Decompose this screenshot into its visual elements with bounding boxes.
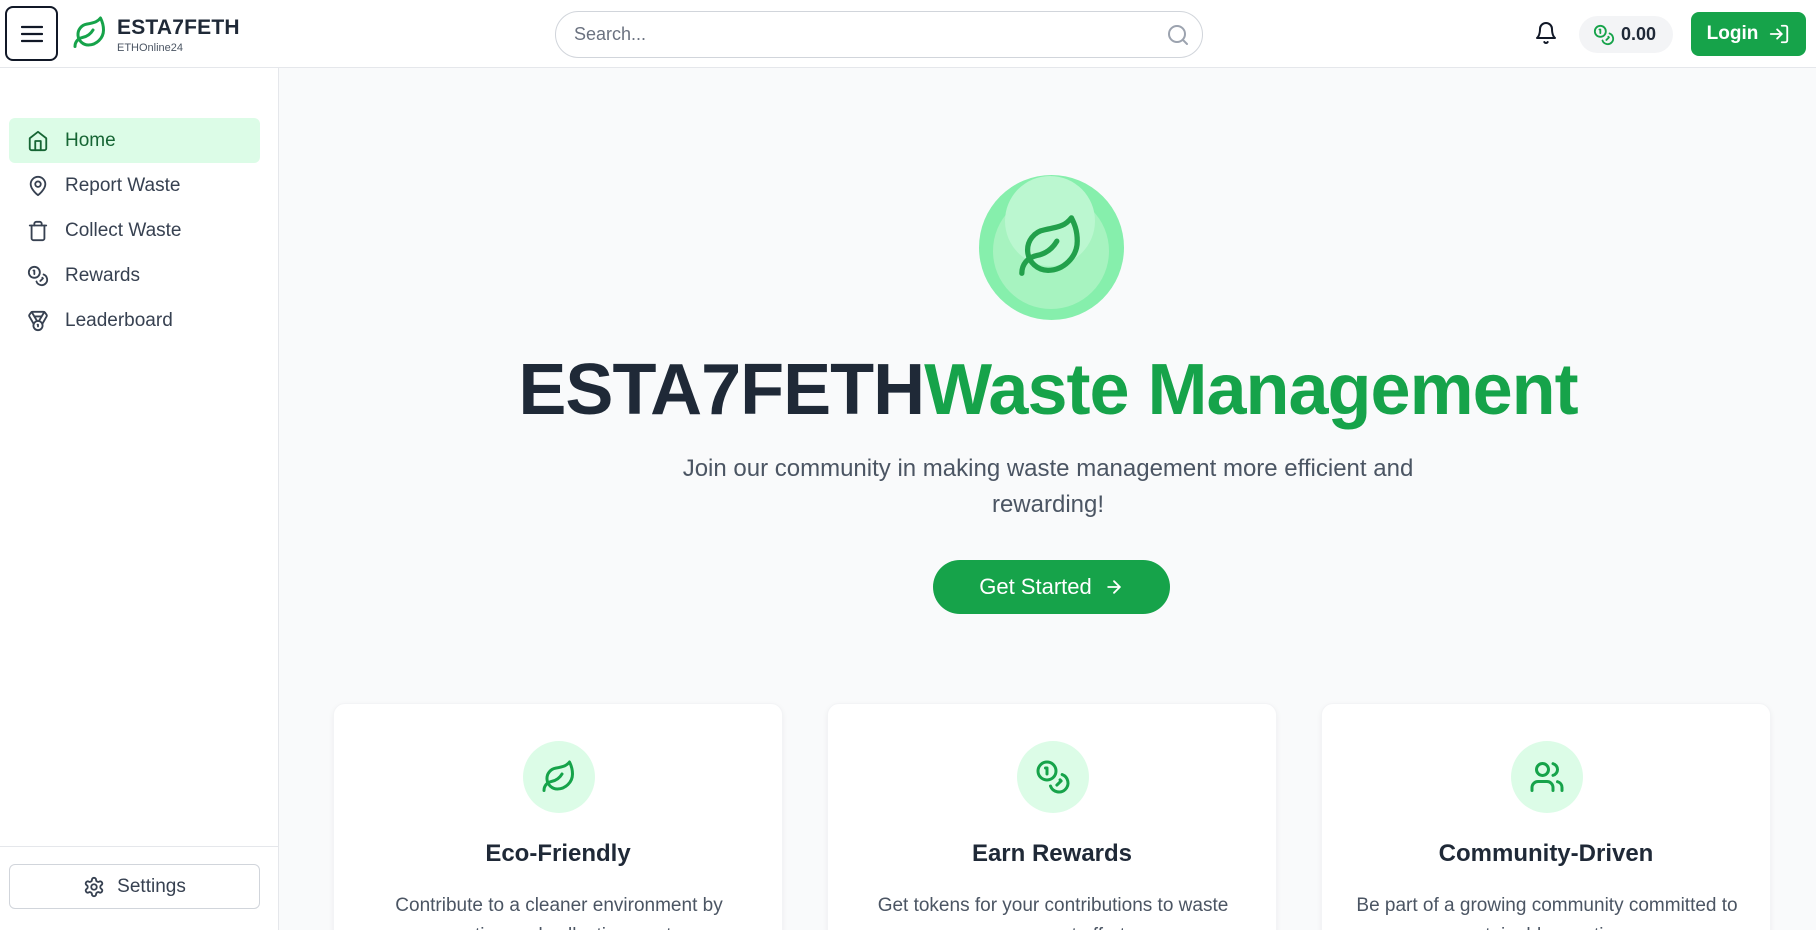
search-input[interactable] [574,12,1134,57]
hero-title-highlight: Waste Management [924,350,1578,430]
sidebar-item-leaderboard[interactable]: Leaderboard [9,298,260,343]
search-bar [555,11,1203,58]
login-button[interactable]: Login [1691,12,1806,56]
hamburger-icon [20,25,43,42]
feature-icon-wrap [1017,741,1089,813]
bell-icon[interactable] [1534,21,1558,45]
arrow-right-icon [1107,580,1121,594]
get-started-label: Get Started [979,574,1092,599]
sidebar-item-label: Home [65,129,116,151]
sidebar: Home Report Waste Collect Waste Rewards … [0,68,279,930]
hero-subtitle: Join our community in making waste manag… [682,455,1414,518]
sidebar-item-collect-waste[interactable]: Collect Waste [9,208,260,253]
feature-icon-wrap [1511,741,1583,813]
sidebar-item-home[interactable]: Home [9,118,260,163]
sidebar-item-rewards[interactable]: Rewards [9,253,260,298]
hero-title: ESTA7FETHWaste Management [280,348,1816,432]
menu-button[interactable] [5,6,58,61]
hero-logo [979,175,1124,320]
balance-value: 0.00 [1621,24,1657,44]
log-in-icon [1770,24,1789,44]
feature-title: Community-Driven [1438,840,1654,867]
feature-icon-wrap [523,741,595,813]
brand-subtitle: ETHOnline24 [117,42,184,54]
sidebar-item-label: Collect Waste [65,219,182,241]
sidebar-item-report-waste[interactable]: Report Waste [9,163,260,208]
users-icon [1530,762,1564,792]
top-header: ESTA7FETH ETHOnline24 0.00 Login [0,0,1816,68]
coins-icon [1593,24,1615,45]
feature-text: Contribute to a cleaner environment by r… [395,895,723,930]
get-started-button[interactable]: Get Started [933,560,1170,614]
feature-card-community-driven: Community-Driven Be part of a growing co… [1321,703,1771,930]
gear-icon [85,876,104,897]
leaf-icon [1019,215,1080,276]
home-icon [28,130,48,151]
settings-label: Settings [117,875,186,897]
balance-badge: 0.00 [1579,16,1673,53]
leaf-icon [542,760,574,792]
feature-title: Earn Rewards [971,840,1133,867]
feature-text: Be part of a growing community committed… [1356,895,1738,930]
map-pin-icon [29,175,47,196]
sidebar-item-label: Report Waste [65,174,181,196]
trash-icon [28,220,48,241]
sidebar-item-label: Rewards [65,264,140,286]
medal-icon [28,310,48,331]
feature-card-earn-rewards: Earn Rewards Get tokens for your contrib… [827,703,1277,930]
hero-title-brand: ESTA7FETH [518,350,925,430]
settings-button[interactable]: Settings [9,864,260,909]
sidebar-divider [0,846,278,847]
leaf-icon [73,16,105,48]
feature-card-eco-friendly: Eco-Friendly Contribute to a cleaner env… [333,703,783,930]
coins-icon [27,265,49,286]
feature-title: Eco-Friendly [485,840,631,867]
sidebar-item-label: Leaderboard [65,309,173,331]
coins-icon [1036,760,1070,794]
feature-text: Get tokens for your contributions to was… [877,895,1229,930]
search-icon[interactable] [1166,23,1190,47]
brand-name: ESTA7FETH [117,16,240,39]
login-label: Login [1706,23,1759,44]
